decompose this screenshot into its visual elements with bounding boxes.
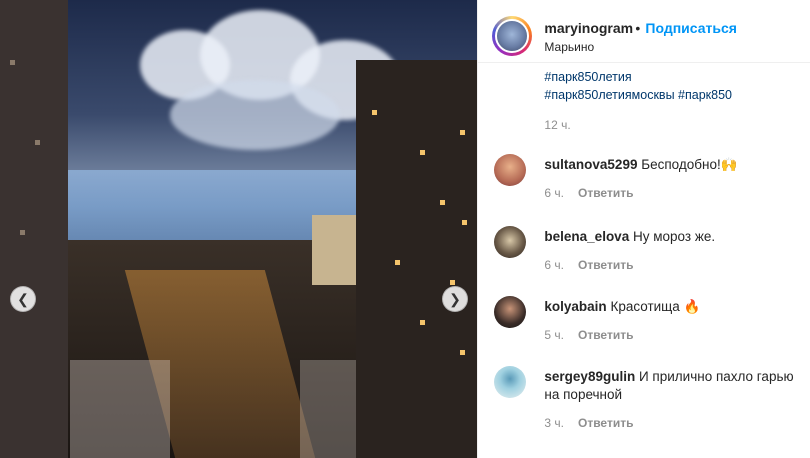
- avatar[interactable]: [494, 226, 527, 258]
- comment-timestamp: 6 ч.: [544, 258, 564, 272]
- window: [420, 320, 425, 325]
- snow: [70, 360, 170, 458]
- comment-timestamp: 5 ч.: [544, 328, 564, 342]
- chevron-left-icon[interactable]: ❮: [10, 286, 36, 312]
- comment-body: sultanova5299 Бесподобно!🙌: [544, 156, 794, 174]
- right-building: [356, 60, 478, 458]
- comment-text: Красотища 🔥: [610, 299, 701, 314]
- comment-body: belena_elova Ну мороз же.: [544, 228, 794, 246]
- comment-timestamp: 3 ч.: [544, 416, 564, 430]
- hashtag-link[interactable]: #парк850летия: [544, 70, 631, 84]
- post-header: maryinogram • Подписаться Марьино: [478, 0, 810, 63]
- left-building: [0, 0, 68, 458]
- chevron-right-icon[interactable]: ❯: [442, 286, 468, 312]
- comment-username[interactable]: kolyabain: [544, 299, 606, 314]
- comment-body: kolyabain Красотища 🔥: [544, 298, 794, 316]
- window: [460, 130, 465, 135]
- window: [372, 110, 377, 115]
- reply-button[interactable]: Ответить: [578, 416, 633, 430]
- post-location[interactable]: Марьино: [544, 40, 594, 54]
- reply-button[interactable]: Ответить: [578, 186, 633, 200]
- smoke-cloud: [170, 80, 340, 150]
- post-username[interactable]: maryinogram: [544, 20, 633, 36]
- comment-timestamp: 6 ч.: [544, 186, 564, 200]
- window: [10, 60, 15, 65]
- window: [440, 200, 445, 205]
- post-photo[interactable]: ❮ ❯: [0, 0, 478, 458]
- avatar[interactable]: [492, 16, 533, 56]
- window: [460, 350, 465, 355]
- window: [20, 230, 25, 235]
- comment-meta: 3 ч. Ответить: [544, 416, 633, 430]
- separator-dot: •: [635, 20, 641, 36]
- caption-timestamp: 12 ч.: [544, 118, 571, 132]
- hashtag-link[interactable]: #парк850: [678, 88, 732, 102]
- comment-meta: 6 ч. Ответить: [544, 186, 633, 200]
- avatar[interactable]: [494, 366, 527, 398]
- hashtag-link[interactable]: #парк850летиямосквы: [544, 88, 674, 102]
- window: [462, 220, 467, 225]
- reply-button[interactable]: Ответить: [578, 328, 633, 342]
- comment-username[interactable]: belena_elova: [544, 229, 629, 244]
- avatar[interactable]: [494, 296, 527, 328]
- comment-meta: 6 ч. Ответить: [544, 258, 633, 272]
- comment-username[interactable]: sergey89gulin: [544, 369, 635, 384]
- avatar[interactable]: [494, 154, 527, 186]
- comment-body: sergey89gulin И прилично пахло гарью на …: [544, 368, 794, 404]
- comment-username[interactable]: sultanova5299: [544, 157, 637, 172]
- comment-meta: 5 ч. Ответить: [544, 328, 633, 342]
- avatar-image: [495, 19, 530, 53]
- comment-text: Ну мороз же.: [632, 229, 716, 244]
- mid-building: [312, 215, 358, 285]
- comments-panel: #парк850летия #парк850летиямосквы #парк8…: [477, 0, 810, 458]
- window: [395, 260, 400, 265]
- window: [420, 150, 425, 155]
- caption-hashtags: #парк850летия #парк850летиямосквы #парк8…: [544, 68, 794, 104]
- window: [450, 280, 455, 285]
- post-container: ❮ ❯ #парк850летия #парк850летиямосквы #п…: [0, 0, 810, 458]
- follow-button[interactable]: Подписаться: [645, 20, 737, 36]
- window: [35, 140, 40, 145]
- reply-button[interactable]: Ответить: [578, 258, 633, 272]
- comment-text: Бесподобно!🙌: [641, 157, 738, 172]
